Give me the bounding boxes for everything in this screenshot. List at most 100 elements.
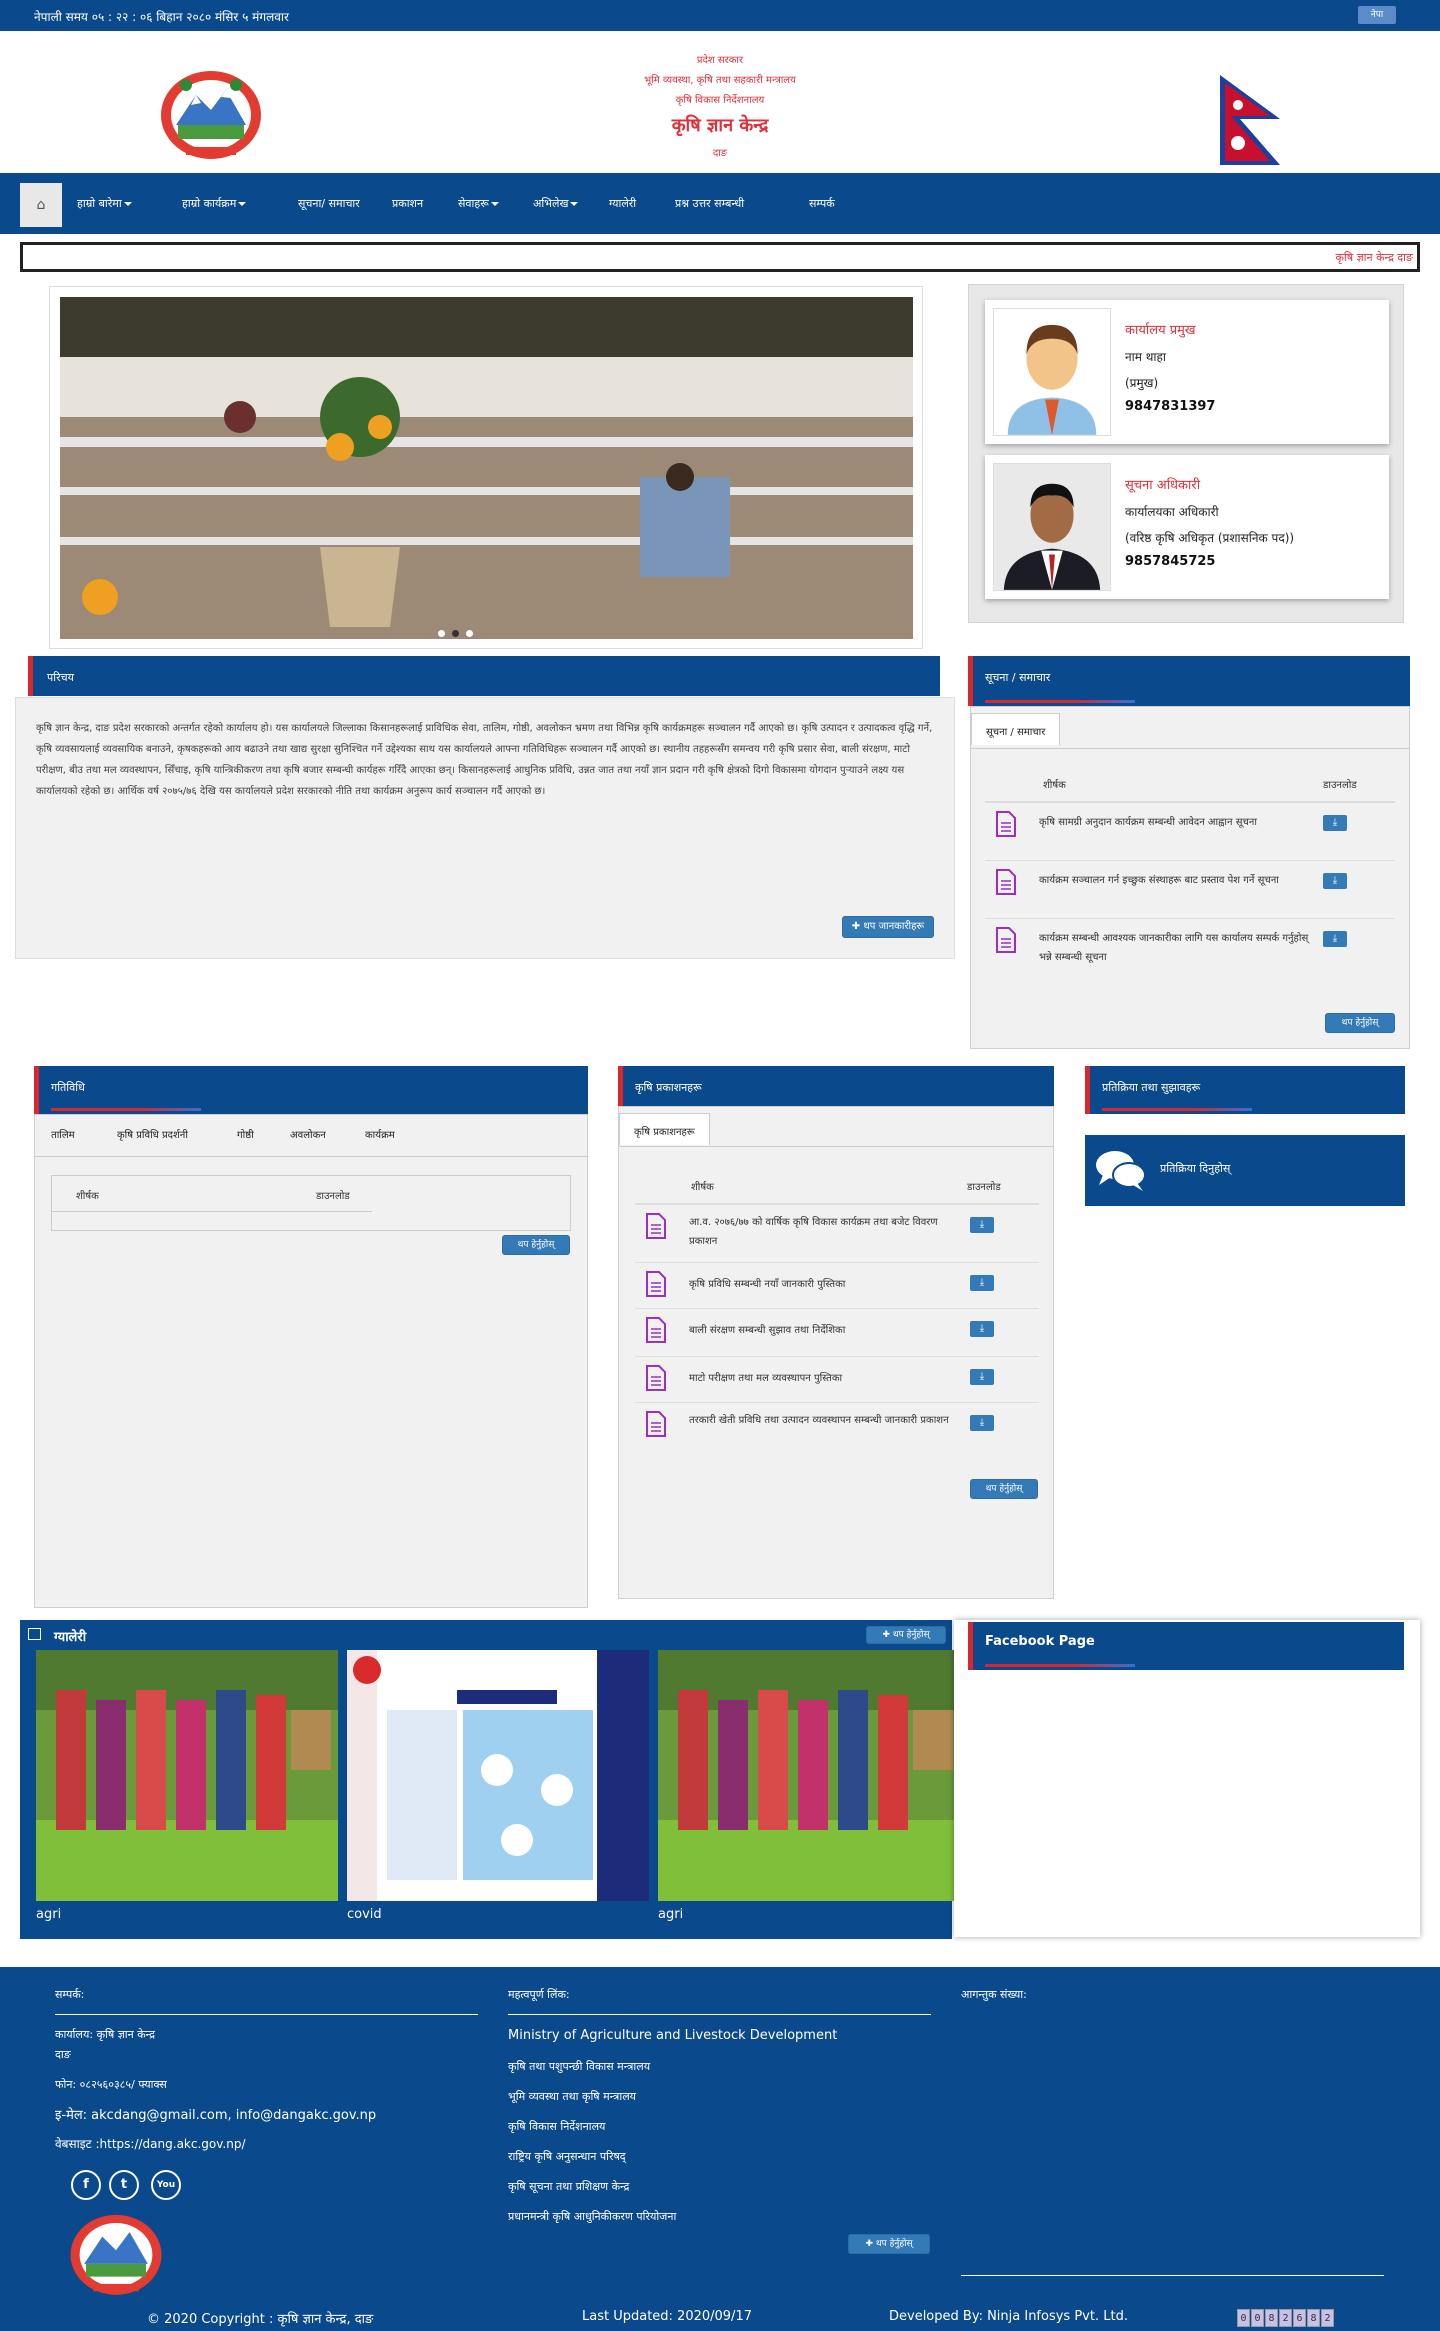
footer-contact-heading: सम्पर्क: xyxy=(55,1988,85,2001)
table-row: कार्यक्रम सञ्चालन गर्न इच्छुक संस्थाहरू … xyxy=(985,861,1395,919)
footer-office: कार्यालय: कृषि ज्ञान केन्द्र xyxy=(55,2028,155,2041)
office-name: कृषि ज्ञान केन्द्र xyxy=(671,115,769,136)
office-location: दाङ xyxy=(712,148,728,159)
feedback-button[interactable]: प्रतिक्रिया दिनुहोस् xyxy=(1085,1135,1405,1206)
notices-tabs: सूचना / समाचार xyxy=(971,707,1409,749)
official-designation: (वरिष्ठ कृषि अधिकृत (प्रशासनिक पद)) xyxy=(1125,531,1295,545)
notice-title[interactable]: कृषि सामग्री अनुदान कार्यक्रम सम्बन्धी आ… xyxy=(1039,813,1309,832)
col-download: डाउनलोड xyxy=(316,1191,350,1202)
footer-link[interactable]: भूमि व्यवस्था तथा कृषि मन्त्रालय xyxy=(508,2089,636,2104)
activities-header: गतिविधि xyxy=(34,1066,588,1114)
nav-about[interactable]: हाम्रो बारेमा xyxy=(77,196,132,211)
gallery-more-button[interactable]: ✚ थप हेर्नुहोस् xyxy=(866,1626,946,1644)
footer-email[interactable]: इ-मेल: akcdang@gmail.com, info@dangakc.g… xyxy=(55,2105,376,2123)
news-ticker: कृषि ज्ञान केन्द्र दाङ xyxy=(20,242,1420,272)
col-title: शीर्षक xyxy=(691,1182,714,1193)
image-slider xyxy=(49,286,923,649)
publication-title[interactable]: कृषि प्रविधि सम्बन्धी नयाँ जानकारी पुस्त… xyxy=(689,1275,959,1294)
slider-dot-active[interactable] xyxy=(452,630,459,637)
counter-digit: 0 xyxy=(1237,2309,1250,2327)
nav-news[interactable]: सूचना/ समाचार xyxy=(298,196,360,211)
top-bar: नेपाली समय ०५ : २२ : ०६ बिहान २०८० मंसिर… xyxy=(0,0,1440,31)
footer-phone: फोन: ०८२५६०३८५/ फ्याक्स xyxy=(55,2078,167,2091)
footer-link[interactable]: कृषि तथा पशुपन्छी विकास मन्त्रालय xyxy=(508,2059,650,2074)
main-navbar: ⌂ हाम्रो बारेमा हाम्रो कार्यक्रम सूचना/ … xyxy=(0,173,1440,234)
gallery-image[interactable] xyxy=(347,1650,649,1901)
official-designation: (प्रमुख) xyxy=(1125,376,1159,390)
nav-records[interactable]: अभिलेख xyxy=(533,196,579,211)
footer-website[interactable]: वेबसाइट :https://dang.akc.gov.np/ xyxy=(55,2135,246,2152)
download-icon[interactable]: ⤓ xyxy=(970,1369,994,1385)
notices-more-button[interactable]: थप हेर्नुहोस् xyxy=(1325,1013,1395,1033)
nav-services[interactable]: सेवाहरू xyxy=(458,196,499,211)
footer-district: दाङ xyxy=(55,2048,71,2061)
gallery-caption: agri xyxy=(658,1907,684,1922)
gallery-image[interactable] xyxy=(658,1650,960,1901)
download-icon[interactable]: ⤓ xyxy=(1323,873,1347,889)
footer-link[interactable]: कृषि सूचना तथा प्रशिक्षण केन्द्र xyxy=(508,2179,629,2194)
tab-program[interactable]: कार्यक्रम xyxy=(365,1127,395,1141)
footer-link[interactable]: राष्ट्रिय कृषि अनुसन्धान परिषद् xyxy=(508,2149,626,2164)
slider-dot[interactable] xyxy=(438,630,445,637)
tab-training[interactable]: तालिम xyxy=(51,1127,75,1141)
gallery-image[interactable] xyxy=(36,1650,338,1901)
nav-contact[interactable]: सम्पर्क xyxy=(809,196,835,211)
feedback-title: प्रतिक्रिया तथा सुझावहरू xyxy=(1102,1081,1201,1094)
language-button[interactable]: नेपा xyxy=(1358,6,1396,24)
avatar xyxy=(993,463,1111,591)
nepal-emblem-logo xyxy=(161,71,261,159)
download-icon[interactable]: ⤓ xyxy=(970,1217,994,1233)
visitor-counter: 0 0 8 2 6 8 2 xyxy=(1237,2309,1334,2327)
home-icon[interactable]: ⌂ xyxy=(20,183,62,227)
tab-observation[interactable]: अवलोकन xyxy=(290,1127,326,1141)
official-role: सूचना अधिकारी xyxy=(1125,478,1201,493)
col-title: शीर्षक xyxy=(1043,780,1066,791)
activities-table: शीर्षक डाउनलोड xyxy=(51,1175,571,1231)
twitter-icon[interactable]: t xyxy=(109,2170,139,2200)
about-text: कृषि ज्ञान केन्द्र, दाङ प्रदेश सरकारको अ… xyxy=(36,723,933,797)
publications-more-button[interactable]: थप हेर्नुहोस् xyxy=(970,1479,1038,1499)
download-icon[interactable]: ⤓ xyxy=(970,1275,994,1291)
official-name: कार्यालयका अधिकारी xyxy=(1125,505,1219,519)
notice-title[interactable]: कार्यक्रम सञ्चालन गर्न इच्छुक संस्थाहरू … xyxy=(1039,871,1309,890)
facebook-icon[interactable]: f xyxy=(71,2170,101,2200)
ticker-text[interactable]: कृषि ज्ञान केन्द्र दाङ xyxy=(1335,250,1413,265)
nav-publications[interactable]: प्रकाशन xyxy=(392,196,423,211)
feedback-header: प्रतिक्रिया तथा सुझावहरू xyxy=(1085,1066,1405,1114)
publication-title[interactable]: आ.व. २०७६/७७ को वार्षिक कृषि विकास कार्य… xyxy=(689,1213,959,1251)
publication-title[interactable]: माटो परीक्षण तथा मल व्यवस्थापन पुस्तिका xyxy=(689,1369,959,1388)
tab-notices[interactable]: सूचना / समाचार xyxy=(971,713,1061,745)
nav-faq[interactable]: प्रश्न उत्तर सम्बन्धी xyxy=(675,196,744,211)
slider-photo[interactable] xyxy=(60,297,913,639)
activities-title: गतिविधि xyxy=(51,1081,85,1094)
about-more-button[interactable]: ✚ थप जानकारीहरू xyxy=(842,916,934,938)
footer-link[interactable]: कृषि विकास निर्देशनालय xyxy=(508,2119,605,2134)
notices-panel: सूचना / समाचार शीर्षक डाउनलोड कृषि सामग्… xyxy=(970,706,1410,1049)
download-icon[interactable]: ⤓ xyxy=(1323,931,1347,947)
tab-demonstration[interactable]: कृषि प्रविधि प्रदर्शनी xyxy=(117,1127,188,1141)
activities-tabs: तालिम कृषि प्रविधि प्रदर्शनी गोष्ठी अवलो… xyxy=(35,1115,587,1157)
tab-publications[interactable]: कृषि प्रकाशनहरू xyxy=(619,1113,710,1145)
tab-seminar[interactable]: गोष्ठी xyxy=(237,1127,254,1141)
download-icon[interactable]: ⤓ xyxy=(970,1415,994,1431)
download-icon[interactable]: ⤓ xyxy=(970,1321,994,1337)
slider-dot[interactable] xyxy=(466,630,473,637)
table-row: बाली संरक्षण सम्बन्धी सुझाव तथा निर्देशि… xyxy=(635,1309,1039,1357)
nav-programs[interactable]: हाम्रो कार्यक्रम xyxy=(182,196,247,211)
publication-title[interactable]: बाली संरक्षण सम्बन्धी सुझाव तथा निर्देशि… xyxy=(689,1321,959,1340)
nav-gallery[interactable]: ग्यालेरी xyxy=(609,196,636,211)
publication-title[interactable]: तरकारी खेती प्रविधि तथा उत्पादन व्यवस्था… xyxy=(689,1411,959,1430)
officials-panel: कार्यालय प्रमुख नाम थाहा (प्रमुख) 984783… xyxy=(968,284,1404,623)
footer-link[interactable]: प्रधानमन्त्री कृषि आधुनिकीकरण परियोजना xyxy=(508,2209,676,2224)
footer-links-more-button[interactable]: ✚ थप हेर्नुहोस् xyxy=(848,2234,930,2254)
notice-title[interactable]: कार्यक्रम सम्बन्धी आवश्यक जानकारीका लागि… xyxy=(1039,929,1309,967)
table-row: कृषि सामग्री अनुदान कार्यक्रम सम्बन्धी आ… xyxy=(985,803,1395,861)
official-phone: 9857845725 xyxy=(1125,554,1216,569)
notices-header: सूचना / समाचार xyxy=(968,656,1410,706)
download-icon[interactable]: ⤓ xyxy=(1323,815,1347,831)
footer-developer[interactable]: Developed By: Ninja Infosys Pvt. Ltd. xyxy=(889,2309,1128,2324)
gallery-caption: agri xyxy=(36,1907,62,1922)
activities-more-button[interactable]: थप हेर्नुहोस् xyxy=(502,1235,570,1255)
footer-link[interactable]: Ministry of Agriculture and Livestock De… xyxy=(508,2028,837,2043)
youtube-icon[interactable]: You xyxy=(151,2170,181,2200)
